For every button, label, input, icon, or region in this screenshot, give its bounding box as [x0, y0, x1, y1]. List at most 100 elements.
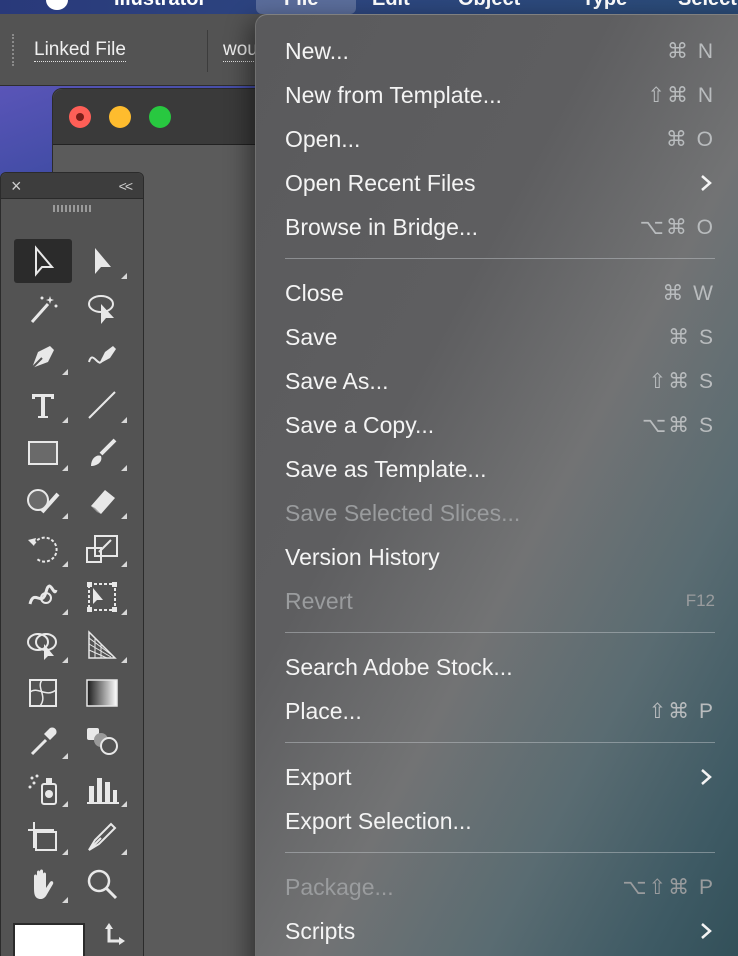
menu-item-label: Version History: [285, 543, 440, 570]
menu-item-label: Close: [285, 279, 344, 306]
direct-selection-icon: [95, 248, 111, 274]
control-bar-grip[interactable]: [12, 34, 14, 66]
column-graph-icon: [87, 778, 119, 804]
warp-tool[interactable]: [14, 575, 72, 619]
shaper-tool[interactable]: [14, 479, 72, 523]
mesh-tool[interactable]: [14, 671, 72, 715]
tool-flyout-indicator: [121, 465, 127, 471]
column-graph-tool[interactable]: [73, 767, 131, 811]
perspective-grid-tool[interactable]: [73, 623, 131, 667]
type-icon: [32, 394, 54, 418]
selection-tool[interactable]: [14, 239, 72, 283]
menu-item-package: Package... ⌥⇧⌘ P: [285, 865, 715, 909]
menu-item-place[interactable]: Place... ⇧⌘ P: [285, 689, 715, 733]
hand-tool[interactable]: [14, 863, 72, 907]
menu-item-browse-in-bridge[interactable]: Browse in Bridge... ⌥⌘ O: [285, 205, 715, 249]
magic-wand-tool[interactable]: [14, 287, 72, 331]
tools-panel-header[interactable]: × <<: [1, 173, 143, 199]
window-minimize-button[interactable]: [109, 106, 131, 128]
menu-item-save-as[interactable]: Save As... ⇧⌘ S: [285, 359, 715, 403]
type-tool[interactable]: [14, 383, 72, 427]
menu-item-shortcut: ⌘ S: [668, 325, 715, 349]
eyedropper-tool[interactable]: [14, 719, 72, 763]
warp-icon: [28, 584, 58, 605]
tool-flyout-indicator: [121, 561, 127, 567]
menu-item-shortcut: ⌘ N: [667, 39, 715, 63]
shape-builder-tool[interactable]: [14, 623, 72, 667]
menu-item-save-selected-slices: Save Selected Slices...: [285, 491, 715, 535]
linked-file-link[interactable]: Linked File: [34, 39, 126, 62]
rotate-tool[interactable]: [14, 527, 72, 571]
menu-item-shortcut: F12: [685, 591, 715, 610]
close-icon[interactable]: ×: [11, 175, 22, 197]
window-maximize-button[interactable]: [149, 106, 171, 128]
direct-selection-tool[interactable]: [73, 239, 131, 283]
tools-panel: × <<: [0, 172, 144, 956]
file-menu: New... ⌘ N New from Template... ⇧⌘ N Ope…: [255, 14, 738, 956]
artboard-icon: [28, 822, 57, 851]
menu-item-label: Browse in Bridge...: [285, 213, 479, 240]
tools-panel-grip[interactable]: [53, 205, 91, 212]
menu-item-save-as-template[interactable]: Save as Template...: [285, 447, 715, 491]
menu-bar-file[interactable]: File: [284, 0, 318, 11]
menu-item-open[interactable]: Open... ⌘ O: [285, 117, 715, 161]
window-close-button[interactable]: [69, 106, 91, 128]
menu-bar-object[interactable]: Object: [458, 0, 520, 11]
menu-item-new[interactable]: New... ⌘ N: [285, 29, 715, 73]
blend-tool[interactable]: [73, 719, 131, 763]
tool-flyout-indicator: [62, 657, 68, 663]
lasso-tool[interactable]: [73, 287, 131, 331]
collapse-icon[interactable]: <<: [119, 175, 133, 197]
menu-item-save-a-copy[interactable]: Save a Copy... ⌥⌘ S: [285, 403, 715, 447]
tool-flyout-indicator: [62, 801, 68, 807]
fill-color-swatch[interactable]: [13, 923, 85, 956]
menu-item-version-history[interactable]: Version History: [285, 535, 715, 579]
menu-item-export-selection[interactable]: Export Selection...: [285, 799, 715, 843]
eraser-tool[interactable]: [73, 479, 131, 523]
zoom-tool[interactable]: [73, 863, 131, 907]
menu-item-export[interactable]: Export: [285, 755, 715, 799]
paintbrush-tool[interactable]: [73, 431, 131, 475]
symbol-sprayer-tool[interactable]: [14, 767, 72, 811]
menu-item-label: Open...: [285, 125, 361, 152]
gradient-tool[interactable]: [73, 671, 131, 715]
menu-item-new-from-template[interactable]: New from Template... ⇧⌘ N: [285, 73, 715, 117]
line-segment-tool[interactable]: [73, 383, 131, 427]
menu-item-label: New from Template...: [285, 81, 502, 108]
menu-separator: [285, 742, 715, 743]
free-transform-icon: [87, 582, 117, 612]
menu-item-label: Save Selected Slices...: [285, 499, 521, 526]
file-name-link[interactable]: wou: [223, 39, 258, 62]
menu-bar-type[interactable]: Type: [582, 0, 627, 11]
tool-flyout-indicator: [62, 753, 68, 759]
tool-flyout-indicator: [121, 801, 127, 807]
menu-item-shortcut: ⇧⌘ N: [647, 83, 715, 107]
menu-item-scripts[interactable]: Scripts: [285, 909, 715, 953]
menu-item-label: Save: [285, 323, 338, 350]
menu-item-shortcut: ⌘ O: [665, 127, 715, 151]
tool-flyout-indicator: [62, 513, 68, 519]
menu-item-save[interactable]: Save ⌘ S: [285, 315, 715, 359]
menu-bar-app-name[interactable]: Illustrator: [114, 0, 206, 11]
pen-tool[interactable]: [14, 335, 72, 379]
curvature-tool[interactable]: [73, 335, 131, 379]
swap-fill-stroke-icon[interactable]: [101, 919, 131, 949]
menu-item-close[interactable]: Close ⌘ W: [285, 271, 715, 315]
menu-item-shortcut: ⇧⌘ S: [648, 369, 715, 393]
free-transform-tool[interactable]: [73, 575, 131, 619]
menu-item-open-recent-files[interactable]: Open Recent Files: [285, 161, 715, 205]
menu-item-search-adobe-stock[interactable]: Search Adobe Stock...: [285, 645, 715, 689]
artboard-tool[interactable]: [14, 815, 72, 859]
menu-bar-select[interactable]: Select: [678, 0, 737, 11]
menu-item-label: Place...: [285, 697, 362, 724]
eyedropper-icon: [30, 727, 57, 756]
tool-flyout-indicator: [121, 273, 127, 279]
apple-logo-icon[interactable]: [46, 0, 68, 10]
menu-item-label: Save As...: [285, 367, 389, 394]
menu-bar-edit[interactable]: Edit: [372, 0, 410, 11]
gradient-icon: [86, 679, 118, 707]
pen-icon: [31, 346, 54, 369]
rectangle-tool[interactable]: [14, 431, 72, 475]
scale-tool[interactable]: [73, 527, 131, 571]
slice-tool[interactable]: [73, 815, 131, 859]
